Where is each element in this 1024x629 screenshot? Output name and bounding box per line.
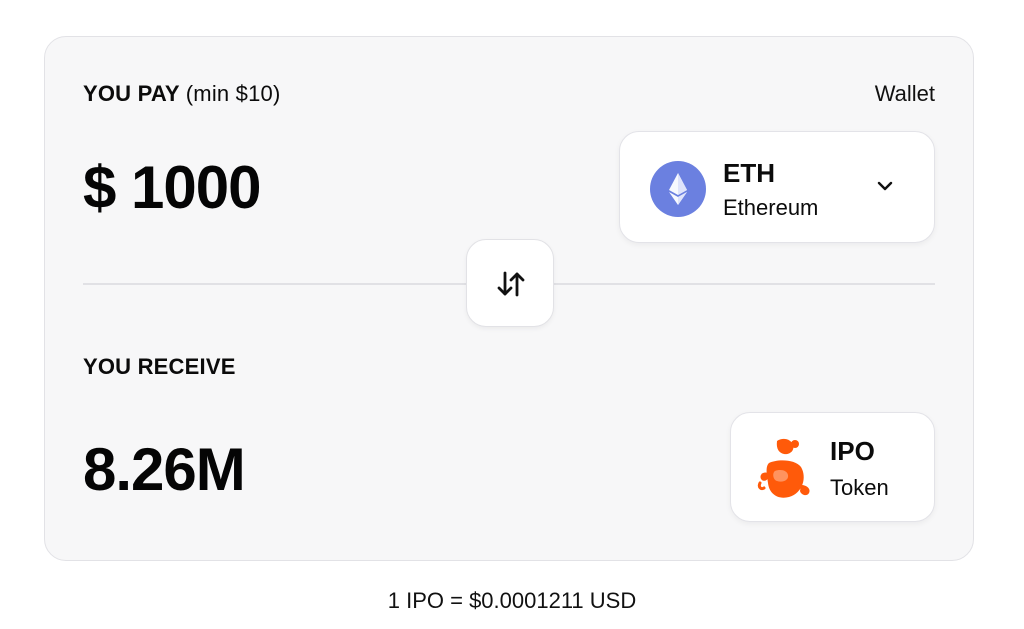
pay-token-symbol: ETH	[723, 158, 775, 188]
min-amount-note: (min $10)	[185, 81, 281, 106]
receive-token-display[interactable]: IPO Token	[730, 412, 935, 522]
you-pay-label: YOU PAY (min $10)	[83, 81, 281, 107]
receive-token-name: Token	[830, 475, 889, 500]
exchange-rate: 1 IPO = $0.0001211 USD	[387, 588, 637, 613]
ethereum-icon	[650, 161, 706, 217]
receive-token-symbol: IPO	[830, 436, 875, 466]
receive-amount: 8.26M	[83, 436, 246, 503]
pay-amount-input[interactable]: $ 1000	[83, 153, 262, 222]
pay-token-selector[interactable]: ETH Ethereum	[619, 131, 935, 243]
ipo-mascot-icon	[755, 435, 817, 503]
you-pay-title: YOU PAY	[83, 81, 180, 106]
swap-arrows-icon	[497, 271, 525, 297]
chevron-down-icon	[872, 176, 898, 196]
pay-token-name: Ethereum	[723, 195, 819, 220]
wallet-link[interactable]: Wallet	[875, 81, 935, 107]
swap-widget: YOU PAY (min $10) Wallet $ 1000 ETH Ether…	[44, 36, 974, 561]
swap-direction-button[interactable]	[466, 239, 554, 327]
you-receive-label: YOU RECEIVE	[83, 354, 236, 379]
